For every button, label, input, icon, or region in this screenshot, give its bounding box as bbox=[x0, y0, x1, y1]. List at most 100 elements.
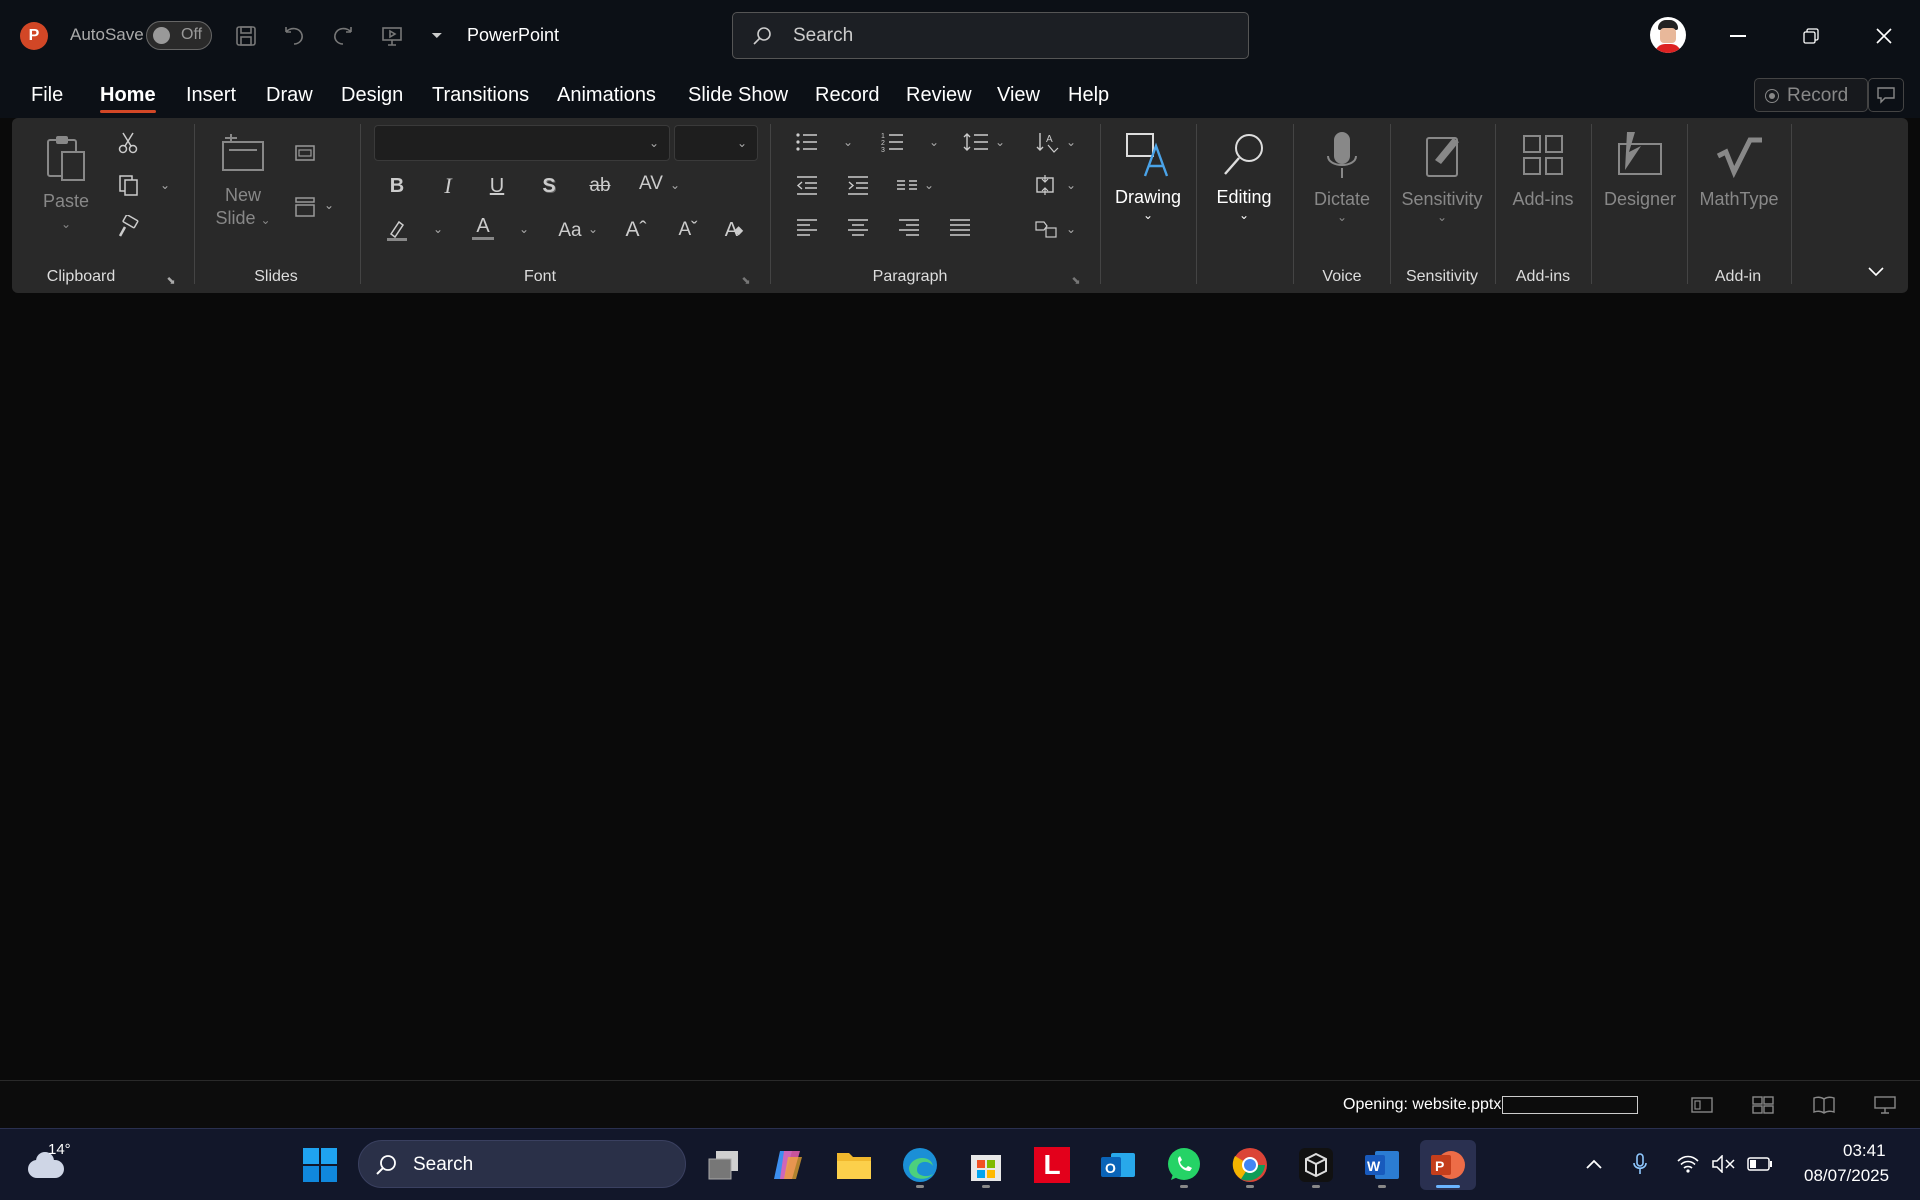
tab-slide-show[interactable]: Slide Show bbox=[688, 84, 788, 107]
columns-dropdown-icon[interactable]: ⌄ bbox=[924, 178, 934, 192]
clipboard-launcher-icon[interactable]: ⬊ bbox=[163, 272, 179, 288]
tab-help[interactable]: Help bbox=[1068, 84, 1109, 107]
tab-file[interactable]: File bbox=[31, 84, 63, 107]
show-hidden-icons-icon[interactable] bbox=[1580, 1150, 1608, 1178]
whatsapp-button[interactable] bbox=[1156, 1140, 1212, 1190]
task-view-button[interactable] bbox=[696, 1140, 752, 1190]
clear-formatting-icon[interactable]: A ◆ bbox=[717, 213, 751, 247]
copy-icon[interactable] bbox=[111, 168, 145, 202]
format-painter-icon[interactable] bbox=[111, 210, 145, 244]
editing-button[interactable]: Editing ⌄ bbox=[1204, 130, 1284, 221]
font-color-dropdown-icon[interactable]: ⌄ bbox=[519, 222, 529, 236]
file-explorer-button[interactable] bbox=[826, 1140, 882, 1190]
microphone-tray-icon[interactable] bbox=[1626, 1150, 1654, 1178]
font-size-dropdown[interactable]: ⌄ bbox=[674, 125, 758, 161]
tab-record[interactable]: Record bbox=[815, 84, 879, 107]
layout-icon[interactable] bbox=[288, 136, 322, 170]
slide-show-view-icon[interactable] bbox=[1871, 1091, 1899, 1119]
collapse-ribbon-icon[interactable] bbox=[1864, 260, 1888, 284]
cube-app-button[interactable] bbox=[1288, 1140, 1344, 1190]
mathtype-button[interactable]: MathType bbox=[1694, 130, 1784, 211]
paste-button[interactable]: Paste ⌄ bbox=[34, 132, 98, 236]
tab-animations[interactable]: Animations bbox=[557, 84, 656, 107]
customize-qat-icon[interactable]: ⏷ bbox=[424, 22, 450, 48]
weather-widget[interactable]: 14° bbox=[22, 1138, 82, 1190]
align-text-dropdown-icon[interactable]: ⌄ bbox=[1066, 178, 1076, 192]
wifi-icon[interactable] bbox=[1674, 1150, 1702, 1178]
align-right-icon[interactable] bbox=[892, 210, 926, 244]
clock-time[interactable]: 03:41 bbox=[1843, 1141, 1886, 1161]
tab-view[interactable]: View bbox=[997, 84, 1040, 107]
reading-view-icon[interactable] bbox=[1810, 1091, 1838, 1119]
change-case-dropdown-icon[interactable]: ⌄ bbox=[588, 222, 598, 236]
autosave-toggle[interactable]: Off bbox=[146, 21, 212, 50]
minimize-icon[interactable] bbox=[1718, 16, 1758, 56]
tab-insert[interactable]: Insert bbox=[186, 84, 236, 107]
record-button[interactable]: Record bbox=[1754, 78, 1868, 112]
volume-muted-icon[interactable] bbox=[1710, 1150, 1738, 1178]
strikethrough-icon[interactable]: ab bbox=[583, 169, 617, 203]
font-name-dropdown[interactable]: ⌄ bbox=[374, 125, 670, 161]
user-avatar[interactable] bbox=[1650, 17, 1686, 53]
tab-transitions[interactable]: Transitions bbox=[432, 84, 529, 107]
line-spacing-icon[interactable] bbox=[959, 125, 993, 159]
character-spacing-dropdown-icon[interactable]: ⌄ bbox=[670, 178, 680, 192]
copilot-button[interactable] bbox=[760, 1140, 816, 1190]
cut-icon[interactable] bbox=[111, 126, 145, 160]
underline-icon[interactable]: U bbox=[480, 169, 514, 203]
numbering-dropdown-icon[interactable]: ⌄ bbox=[929, 135, 939, 149]
word-button[interactable]: W bbox=[1354, 1140, 1410, 1190]
increase-font-size-icon[interactable]: Aˆ bbox=[619, 213, 653, 247]
clock-date[interactable]: 08/07/2025 bbox=[1804, 1166, 1889, 1186]
smartart-dropdown-icon[interactable]: ⌄ bbox=[1066, 222, 1076, 236]
tab-draw[interactable]: Draw bbox=[266, 84, 313, 107]
slide-sorter-icon[interactable] bbox=[1749, 1091, 1777, 1119]
smartart-icon[interactable] bbox=[1029, 212, 1063, 246]
outlook-button[interactable]: O bbox=[1090, 1140, 1146, 1190]
decrease-font-size-icon[interactable]: Aˇ bbox=[671, 213, 705, 247]
tab-home[interactable]: Home bbox=[100, 84, 156, 113]
undo-icon[interactable] bbox=[278, 20, 310, 52]
start-button[interactable] bbox=[292, 1140, 348, 1190]
text-direction-dropdown-icon[interactable]: ⌄ bbox=[1066, 135, 1076, 149]
close-icon[interactable] bbox=[1864, 16, 1904, 56]
battery-icon[interactable] bbox=[1746, 1150, 1774, 1178]
copy-dropdown-icon[interactable]: ⌄ bbox=[160, 178, 170, 192]
change-case-icon[interactable]: Aa bbox=[553, 214, 587, 248]
section-icon[interactable] bbox=[288, 190, 322, 224]
paragraph-launcher-icon[interactable]: ⬊ bbox=[1068, 272, 1084, 288]
store-button[interactable] bbox=[958, 1140, 1014, 1190]
add-ins-button[interactable]: Add-ins bbox=[1502, 130, 1584, 211]
decrease-indent-icon[interactable] bbox=[790, 168, 824, 202]
font-color-icon[interactable]: A bbox=[466, 211, 500, 245]
taskbar-search-box[interactable]: Search bbox=[358, 1140, 686, 1188]
columns-icon[interactable] bbox=[890, 168, 924, 202]
numbering-icon[interactable]: 123 bbox=[876, 125, 910, 159]
save-icon[interactable] bbox=[230, 20, 262, 52]
increase-indent-icon[interactable] bbox=[841, 168, 875, 202]
character-spacing-icon[interactable]: AV bbox=[634, 167, 668, 201]
bullets-dropdown-icon[interactable]: ⌄ bbox=[843, 135, 853, 149]
present-from-start-icon[interactable] bbox=[376, 20, 408, 52]
section-dropdown-icon[interactable]: ⌄ bbox=[324, 198, 334, 212]
search-box[interactable]: Search bbox=[732, 12, 1249, 59]
l-app-button[interactable]: L bbox=[1024, 1140, 1080, 1190]
highlight-dropdown-icon[interactable]: ⌄ bbox=[433, 222, 443, 236]
redo-icon[interactable] bbox=[327, 20, 359, 52]
normal-view-icon[interactable] bbox=[1688, 1091, 1716, 1119]
line-spacing-dropdown-icon[interactable]: ⌄ bbox=[995, 135, 1005, 149]
comments-icon[interactable] bbox=[1868, 78, 1904, 112]
align-text-icon[interactable] bbox=[1029, 168, 1063, 202]
edge-button[interactable] bbox=[892, 1140, 948, 1190]
dictate-button[interactable]: Dictate ⌄ bbox=[1303, 130, 1381, 223]
tab-design[interactable]: Design bbox=[341, 84, 403, 107]
font-launcher-icon[interactable]: ⬊ bbox=[738, 272, 754, 288]
align-left-icon[interactable] bbox=[790, 210, 824, 244]
justify-icon[interactable] bbox=[943, 210, 977, 244]
shadow-icon[interactable]: S bbox=[532, 169, 566, 203]
align-center-icon[interactable] bbox=[841, 210, 875, 244]
bullets-icon[interactable] bbox=[790, 125, 824, 159]
drawing-button[interactable]: Drawing ⌄ bbox=[1108, 130, 1188, 221]
italic-icon[interactable]: I bbox=[431, 169, 465, 203]
bold-icon[interactable]: B bbox=[380, 169, 414, 203]
